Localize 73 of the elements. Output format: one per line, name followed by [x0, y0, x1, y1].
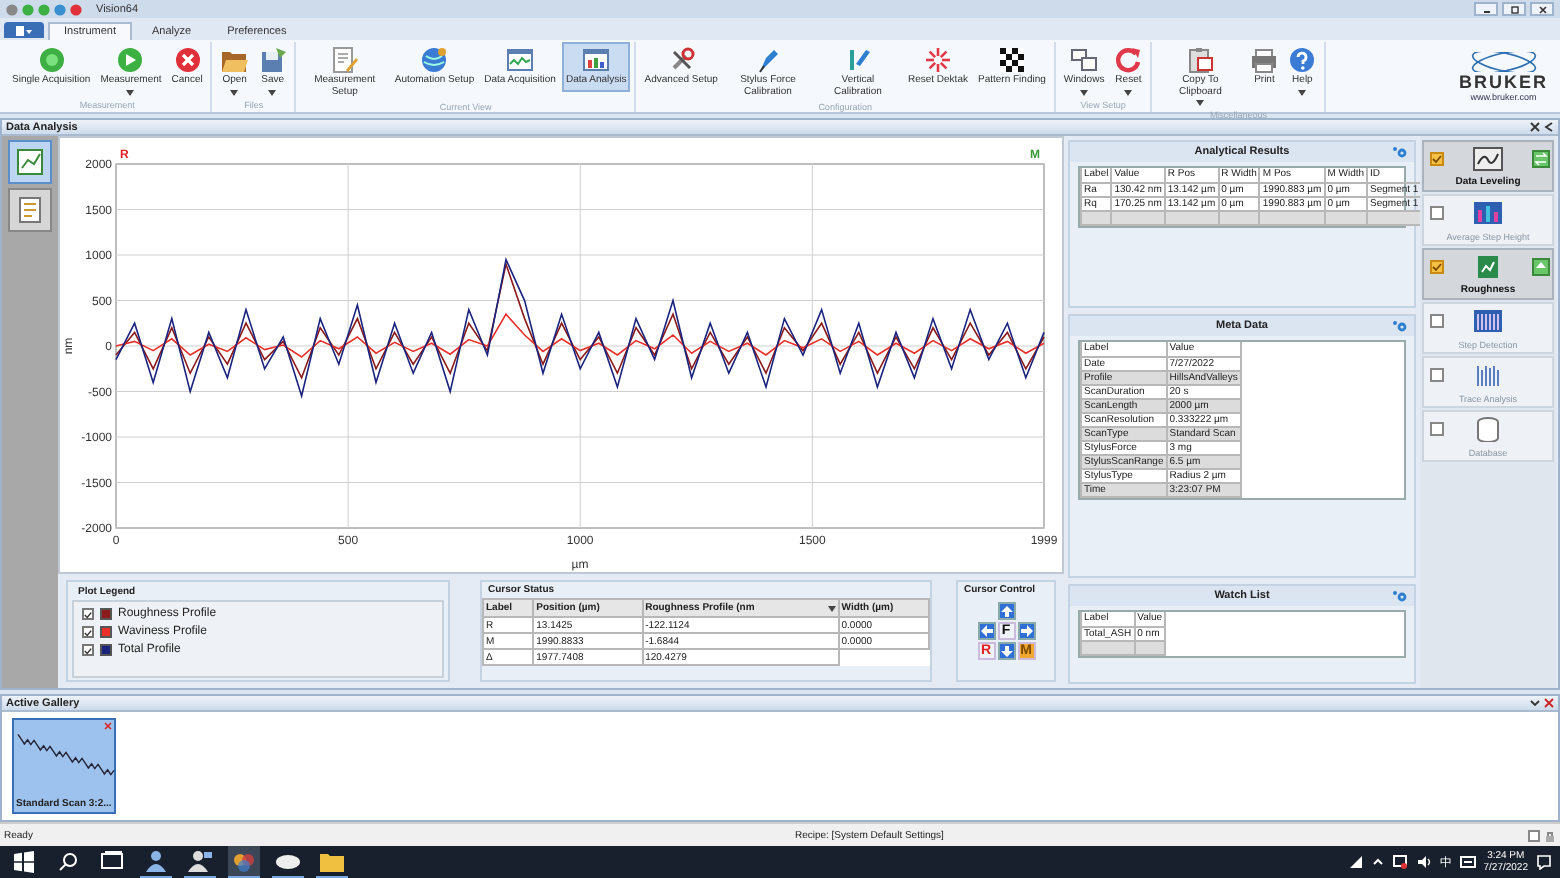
bar-chart-icon [1472, 362, 1504, 388]
restore-button[interactable] [1502, 2, 1526, 16]
cancel-icon [173, 46, 202, 74]
network-icon[interactable] [1347, 854, 1364, 870]
restore-icon [1505, 3, 1523, 15]
keyboard-icon[interactable] [1459, 854, 1476, 870]
chevron-up-icon[interactable] [1371, 856, 1384, 868]
close-button[interactable] [1530, 2, 1554, 16]
chevron-down-icon[interactable] [1530, 698, 1540, 708]
arrow-button[interactable] [1017, 622, 1035, 640]
checkerboard-icon [997, 46, 1026, 74]
minimize-button[interactable] [1474, 2, 1498, 16]
checkbox[interactable] [1429, 368, 1443, 382]
checkbox[interactable] [1429, 206, 1443, 220]
arrow-left-icon [979, 624, 993, 638]
checkbox[interactable] [82, 608, 94, 620]
arrow-button[interactable] [997, 642, 1015, 660]
settings-icon[interactable] [1392, 146, 1408, 158]
person-icon [140, 845, 172, 877]
record-icon [37, 46, 66, 74]
arrow-right-icon [1019, 624, 1033, 638]
close-icon[interactable] [1544, 698, 1554, 708]
notification-icon[interactable] [1536, 854, 1552, 870]
bar-chart-icon [1472, 308, 1504, 334]
tools-icon [667, 46, 696, 74]
chart-window-icon [1472, 254, 1504, 280]
save-icon [258, 46, 287, 74]
refresh-icon [1114, 46, 1143, 74]
help-icon [1288, 46, 1317, 74]
start-icon [8, 846, 40, 878]
globe-icon [420, 46, 449, 74]
checkbox[interactable] [1429, 422, 1443, 436]
taskbar-app[interactable] [140, 846, 172, 878]
printer-icon [1250, 46, 1279, 74]
monitor-icon[interactable] [1391, 854, 1408, 870]
checkbox[interactable] [1429, 260, 1443, 274]
database-icon [1472, 416, 1504, 442]
chart-window-icon [14, 146, 46, 178]
logo-text: BRUKER [1458, 72, 1548, 92]
chart-window-icon [582, 46, 611, 74]
close-icon [1533, 3, 1551, 15]
lock-icon[interactable] [1544, 829, 1556, 841]
bar-chart-icon [1472, 200, 1504, 226]
stylus-icon [753, 46, 782, 74]
person-icon [184, 845, 216, 877]
tool-button[interactable] [8, 140, 52, 184]
settings-icon[interactable] [1392, 590, 1408, 602]
checkbox[interactable] [82, 644, 94, 656]
arrow-down-icon [999, 644, 1013, 658]
arrow-up-icon [999, 604, 1013, 618]
close-icon[interactable] [1530, 122, 1540, 132]
burst-icon [923, 46, 952, 74]
checkbox[interactable] [82, 626, 94, 638]
menu-icon [16, 25, 32, 35]
settings-icon[interactable] [1392, 320, 1408, 332]
arrow-button[interactable] [977, 622, 995, 640]
toggle-icon[interactable] [1531, 150, 1549, 168]
folder-icon [220, 46, 249, 74]
windows-icon [1070, 46, 1099, 74]
tool-button[interactable] [8, 188, 52, 232]
checkbox[interactable] [1429, 314, 1443, 328]
chart-window-icon [1472, 146, 1504, 172]
checkbox[interactable] [1429, 152, 1443, 166]
speaker-icon[interactable] [1415, 854, 1432, 870]
collapse-icon[interactable] [1544, 122, 1554, 132]
taskbar-app[interactable] [184, 846, 216, 878]
arrow-button[interactable] [997, 602, 1015, 620]
app-menu-button[interactable] [4, 22, 44, 38]
toggle-icon[interactable] [1531, 258, 1549, 276]
chart-window-icon [506, 46, 535, 74]
start-button[interactable] [8, 846, 40, 878]
play-icon [116, 46, 145, 74]
clipboard-icon [1186, 46, 1215, 74]
